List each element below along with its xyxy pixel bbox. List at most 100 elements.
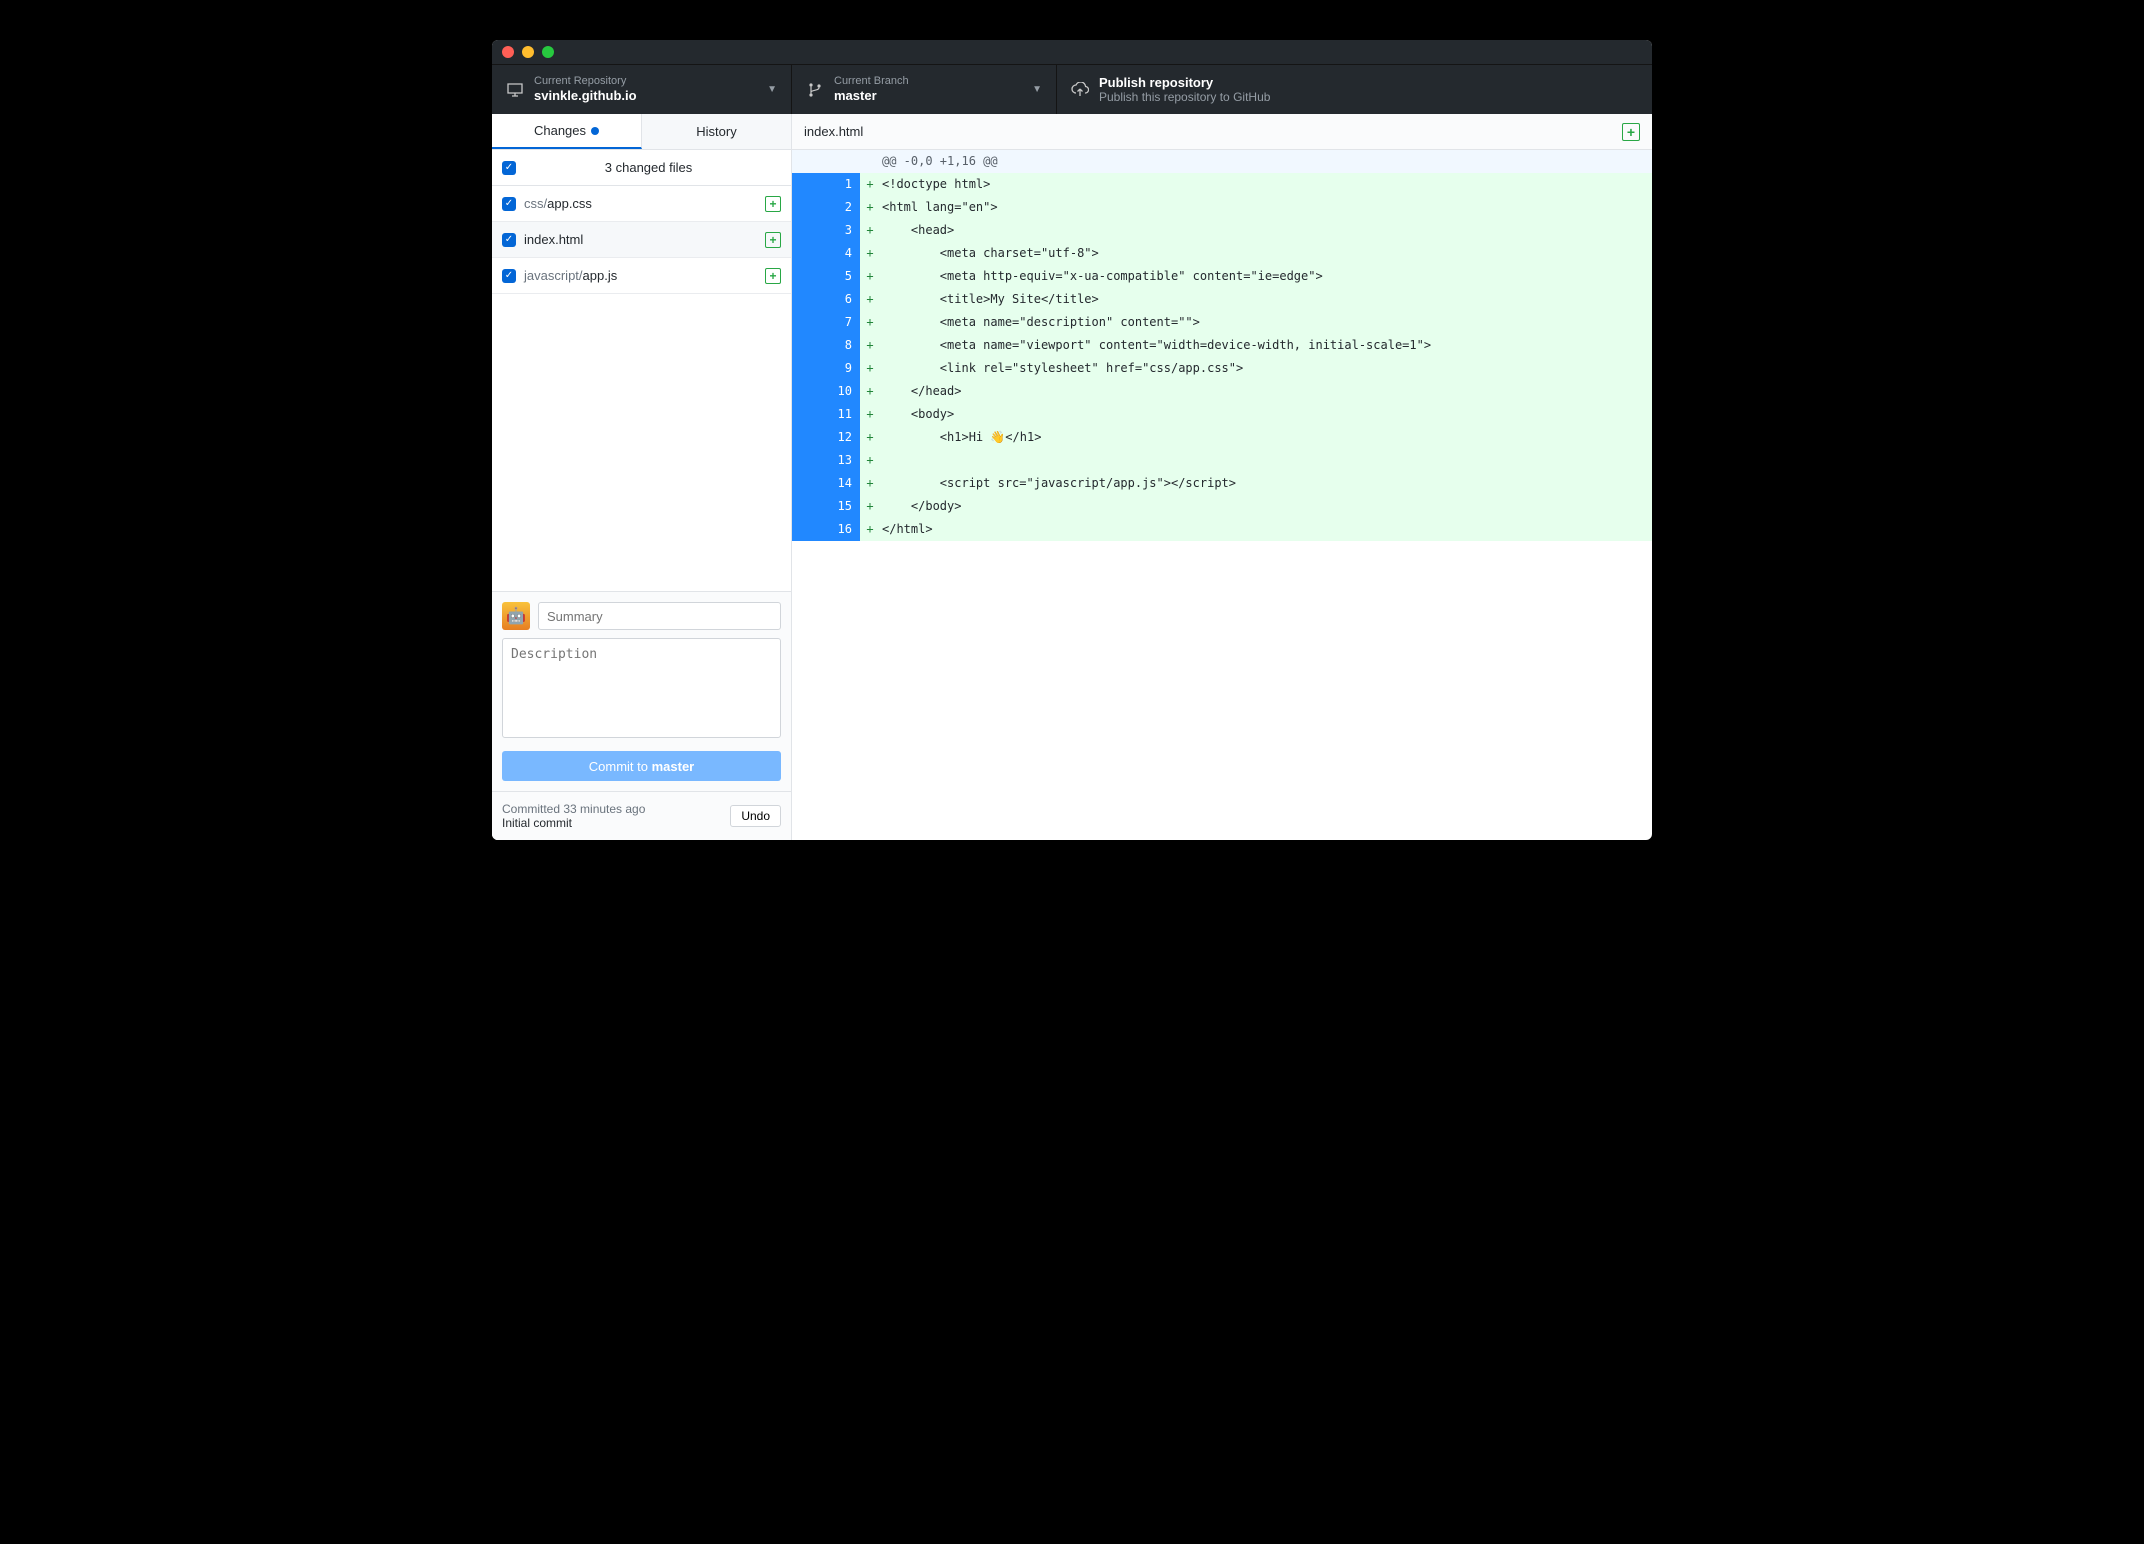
- gutter-new: 10: [826, 380, 860, 403]
- chevron-down-icon: ▼: [767, 84, 777, 95]
- diff-marker: +: [860, 472, 880, 495]
- publish-subtitle: Publish this repository to GitHub: [1099, 90, 1638, 104]
- diff-line: 15+ </body>: [792, 495, 1652, 518]
- diff-line: 5+ <meta http-equiv="x-ua-compatible" co…: [792, 265, 1652, 288]
- file-status-added-icon: +: [765, 196, 781, 212]
- publish-button[interactable]: Publish repository Publish this reposito…: [1057, 65, 1652, 114]
- minimize-icon[interactable]: [522, 46, 534, 58]
- diff-marker: +: [860, 495, 880, 518]
- last-commit-message: Initial commit: [502, 816, 730, 830]
- zoom-icon[interactable]: [542, 46, 554, 58]
- diff-code: <head>: [880, 219, 1652, 242]
- gutter-old: [792, 196, 826, 219]
- diff-line: 7+ <meta name="description" content="">: [792, 311, 1652, 334]
- gutter-new: 7: [826, 311, 860, 334]
- diff-code: <html lang="en">: [880, 196, 1652, 219]
- gutter-old: [792, 426, 826, 449]
- branch-switcher[interactable]: Current Branch master ▼: [792, 65, 1057, 114]
- gutter-new: 5: [826, 265, 860, 288]
- gutter-old: [792, 449, 826, 472]
- diff-marker: +: [860, 449, 880, 472]
- diff-line: 9+ <link rel="stylesheet" href="css/app.…: [792, 357, 1652, 380]
- diff-line: 8+ <meta name="viewport" content="width=…: [792, 334, 1652, 357]
- file-checkbox[interactable]: ✓: [502, 233, 516, 247]
- commit-button-prefix: Commit to: [589, 759, 652, 774]
- select-all-checkbox[interactable]: ✓: [502, 161, 516, 175]
- changed-files-count: 3 changed files: [516, 160, 781, 175]
- diff-marker: +: [860, 288, 880, 311]
- gutter-old: [792, 403, 826, 426]
- gutter-new: 1: [826, 173, 860, 196]
- gutter-new: 6: [826, 288, 860, 311]
- gutter-new: 15: [826, 495, 860, 518]
- diff-line: 6+ <title>My Site</title>: [792, 288, 1652, 311]
- file-checkbox[interactable]: ✓: [502, 197, 516, 211]
- summary-input[interactable]: [538, 602, 781, 630]
- diff-code: <meta name="description" content="">: [880, 311, 1652, 334]
- gutter-old: [792, 242, 826, 265]
- file-checkbox[interactable]: ✓: [502, 269, 516, 283]
- gutter-old: [792, 495, 826, 518]
- gutter-old: [792, 311, 826, 334]
- gutter-old: [792, 173, 826, 196]
- commit-form: 🤖 Commit to master: [492, 591, 791, 791]
- repository-switcher[interactable]: Current Repository svinkle.github.io ▼: [492, 65, 792, 114]
- undo-button[interactable]: Undo: [730, 805, 781, 827]
- expand-diff-button[interactable]: +: [1622, 123, 1640, 141]
- file-path: index.html: [524, 232, 757, 247]
- repo-label: Current Repository: [534, 75, 767, 88]
- branch-name: master: [834, 88, 1032, 104]
- file-status-added-icon: +: [765, 232, 781, 248]
- diff-code: <meta name="viewport" content="width=dev…: [880, 334, 1652, 357]
- diff-line: 11+ <body>: [792, 403, 1652, 426]
- tab-history-label: History: [696, 124, 736, 139]
- diff-line: 16+</html>: [792, 518, 1652, 541]
- gutter-old: [792, 265, 826, 288]
- gutter-new: 3: [826, 219, 860, 242]
- diff-code: <body>: [880, 403, 1652, 426]
- chevron-down-icon: ▼: [1032, 84, 1042, 95]
- tab-changes[interactable]: Changes: [492, 114, 642, 149]
- sidebar: Changes History ✓ 3 changed files ✓css/a…: [492, 114, 792, 840]
- monitor-icon: [506, 82, 524, 98]
- gutter-new: 9: [826, 357, 860, 380]
- diff-marker: +: [860, 518, 880, 541]
- diff-line: 13+: [792, 449, 1652, 472]
- gutter-old: [792, 472, 826, 495]
- last-commit-bar: Committed 33 minutes ago Initial commit …: [492, 791, 791, 840]
- gutter-new: 16: [826, 518, 860, 541]
- description-input[interactable]: [502, 638, 781, 738]
- publish-title: Publish repository: [1099, 75, 1638, 91]
- diff-marker: +: [860, 219, 880, 242]
- app-window: Current Repository svinkle.github.io ▼ C…: [492, 40, 1652, 840]
- diff-code: <meta http-equiv="x-ua-compatible" conte…: [880, 265, 1652, 288]
- sidebar-tabs: Changes History: [492, 114, 791, 150]
- gutter-old: [792, 518, 826, 541]
- cloud-upload-icon: [1071, 82, 1089, 98]
- gutter-new: 4: [826, 242, 860, 265]
- changed-files-header: ✓ 3 changed files: [492, 150, 791, 186]
- diff-marker: +: [860, 242, 880, 265]
- commit-button[interactable]: Commit to master: [502, 751, 781, 781]
- diff-marker: +: [860, 334, 880, 357]
- diff-code: <!doctype html>: [880, 173, 1652, 196]
- branch-label: Current Branch: [834, 75, 1032, 88]
- git-branch-icon: [806, 82, 824, 98]
- gutter-new: 14: [826, 472, 860, 495]
- tab-history[interactable]: History: [642, 114, 791, 149]
- file-row[interactable]: ✓ index.html +: [492, 222, 791, 258]
- diff-line: 1+<!doctype html>: [792, 173, 1652, 196]
- gutter-old: [792, 380, 826, 403]
- file-row[interactable]: ✓javascript/app.js+: [492, 258, 791, 294]
- diff-view[interactable]: @@ -0,0 +1,16 @@1+<!doctype html>2+<html…: [792, 150, 1652, 840]
- gutter-new: 12: [826, 426, 860, 449]
- diff-code: </body>: [880, 495, 1652, 518]
- gutter-new: 8: [826, 334, 860, 357]
- diff-line: 3+ <head>: [792, 219, 1652, 242]
- diff-marker: +: [860, 265, 880, 288]
- last-commit-time: Committed 33 minutes ago: [502, 802, 730, 816]
- diff-pane: index.html + @@ -0,0 +1,16 @@1+<!doctype…: [792, 114, 1652, 840]
- file-row[interactable]: ✓css/app.css+: [492, 186, 791, 222]
- close-icon[interactable]: [502, 46, 514, 58]
- diff-code: <script src="javascript/app.js"></script…: [880, 472, 1652, 495]
